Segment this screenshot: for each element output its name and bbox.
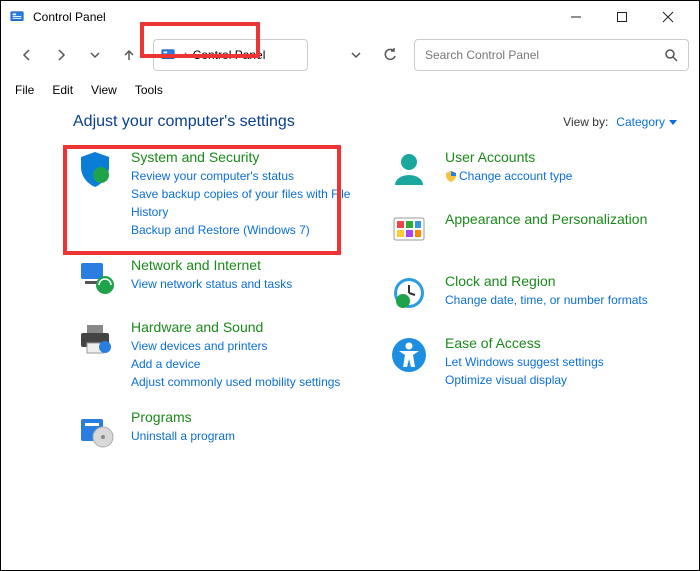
back-button[interactable] xyxy=(11,39,43,71)
link-optimize-display[interactable]: Optimize visual display xyxy=(445,371,677,389)
left-column: System and Security Review your computer… xyxy=(73,149,363,453)
control-panel-icon xyxy=(9,9,25,25)
view-by-dropdown[interactable]: Category xyxy=(616,115,677,129)
minimize-button[interactable] xyxy=(553,1,599,33)
category-title[interactable]: Appearance and Personalization xyxy=(445,211,677,227)
view-by-label: View by: xyxy=(563,115,608,129)
search-box[interactable]: Search Control Panel xyxy=(414,39,689,71)
programs-icon xyxy=(73,409,117,453)
appearance-icon xyxy=(387,211,431,255)
link-mobility[interactable]: Adjust commonly used mobility settings xyxy=(131,373,363,391)
link-network-status[interactable]: View network status and tasks xyxy=(131,275,363,293)
control-panel-icon xyxy=(160,47,176,63)
link-add-device[interactable]: Add a device xyxy=(131,355,363,373)
category-appearance: Appearance and Personalization xyxy=(387,211,677,255)
address-bar[interactable]: › Control Panel xyxy=(153,39,308,71)
recent-locations-button[interactable] xyxy=(79,39,111,71)
address-dropdown-button[interactable] xyxy=(340,39,372,71)
breadcrumb-separator-icon: › xyxy=(184,49,188,61)
link-change-formats[interactable]: Change date, time, or number formats xyxy=(445,291,677,309)
menubar: File Edit View Tools xyxy=(1,77,699,103)
category-title[interactable]: Network and Internet xyxy=(131,257,363,273)
category-network: Network and Internet View network status… xyxy=(73,257,363,301)
accessibility-icon xyxy=(387,335,431,379)
shield-icon xyxy=(73,149,117,193)
link-backup-restore[interactable]: Backup and Restore (Windows 7) xyxy=(131,221,363,239)
menu-file[interactable]: File xyxy=(7,80,42,100)
close-button[interactable] xyxy=(645,1,691,33)
up-button[interactable] xyxy=(113,39,145,71)
view-by-value: Category xyxy=(616,115,665,129)
category-title[interactable]: Hardware and Sound xyxy=(131,319,363,335)
link-change-account[interactable]: Change account type xyxy=(445,167,677,185)
menu-tools[interactable]: Tools xyxy=(127,80,171,100)
category-title[interactable]: Programs xyxy=(131,409,363,425)
category-title[interactable]: Clock and Region xyxy=(445,273,677,289)
content: Adjust your computer's settings View by:… xyxy=(1,103,699,453)
category-programs: Programs Uninstall a program xyxy=(73,409,363,453)
window-title: Control Panel xyxy=(33,10,106,24)
titlebar: Control Panel xyxy=(1,1,699,33)
navbar: › Control Panel Search Control Panel xyxy=(1,33,699,77)
category-users: User Accounts Change account type xyxy=(387,149,677,193)
refresh-button[interactable] xyxy=(374,39,406,71)
right-column: User Accounts Change account type Appear… xyxy=(387,149,677,453)
category-title[interactable]: User Accounts xyxy=(445,149,677,165)
category-title[interactable]: System and Security xyxy=(131,149,363,165)
breadcrumb-item[interactable]: Control Panel xyxy=(193,48,266,62)
menu-view[interactable]: View xyxy=(83,80,125,100)
chevron-down-icon xyxy=(669,118,677,126)
link-suggest-settings[interactable]: Let Windows suggest settings xyxy=(445,353,677,371)
category-hardware: Hardware and Sound View devices and prin… xyxy=(73,319,363,391)
link-review-status[interactable]: Review your computer's status xyxy=(131,167,363,185)
link-uninstall[interactable]: Uninstall a program xyxy=(131,427,363,445)
maximize-button[interactable] xyxy=(599,1,645,33)
link-view-devices[interactable]: View devices and printers xyxy=(131,337,363,355)
user-icon xyxy=(387,149,431,193)
category-system-security: System and Security Review your computer… xyxy=(73,149,363,239)
forward-button[interactable] xyxy=(45,39,77,71)
printer-icon xyxy=(73,319,117,363)
link-file-history[interactable]: Save backup copies of your files with Fi… xyxy=(131,185,363,221)
uac-shield-icon xyxy=(445,170,457,182)
category-title[interactable]: Ease of Access xyxy=(445,335,677,351)
category-clock: Clock and Region Change date, time, or n… xyxy=(387,273,677,317)
page-heading: Adjust your computer's settings xyxy=(73,113,295,131)
view-by: View by: Category xyxy=(563,115,677,129)
network-icon xyxy=(73,257,117,301)
search-icon xyxy=(664,48,678,62)
search-placeholder: Search Control Panel xyxy=(425,48,664,62)
menu-edit[interactable]: Edit xyxy=(44,80,81,100)
clock-icon xyxy=(387,273,431,317)
category-ease: Ease of Access Let Windows suggest setti… xyxy=(387,335,677,389)
